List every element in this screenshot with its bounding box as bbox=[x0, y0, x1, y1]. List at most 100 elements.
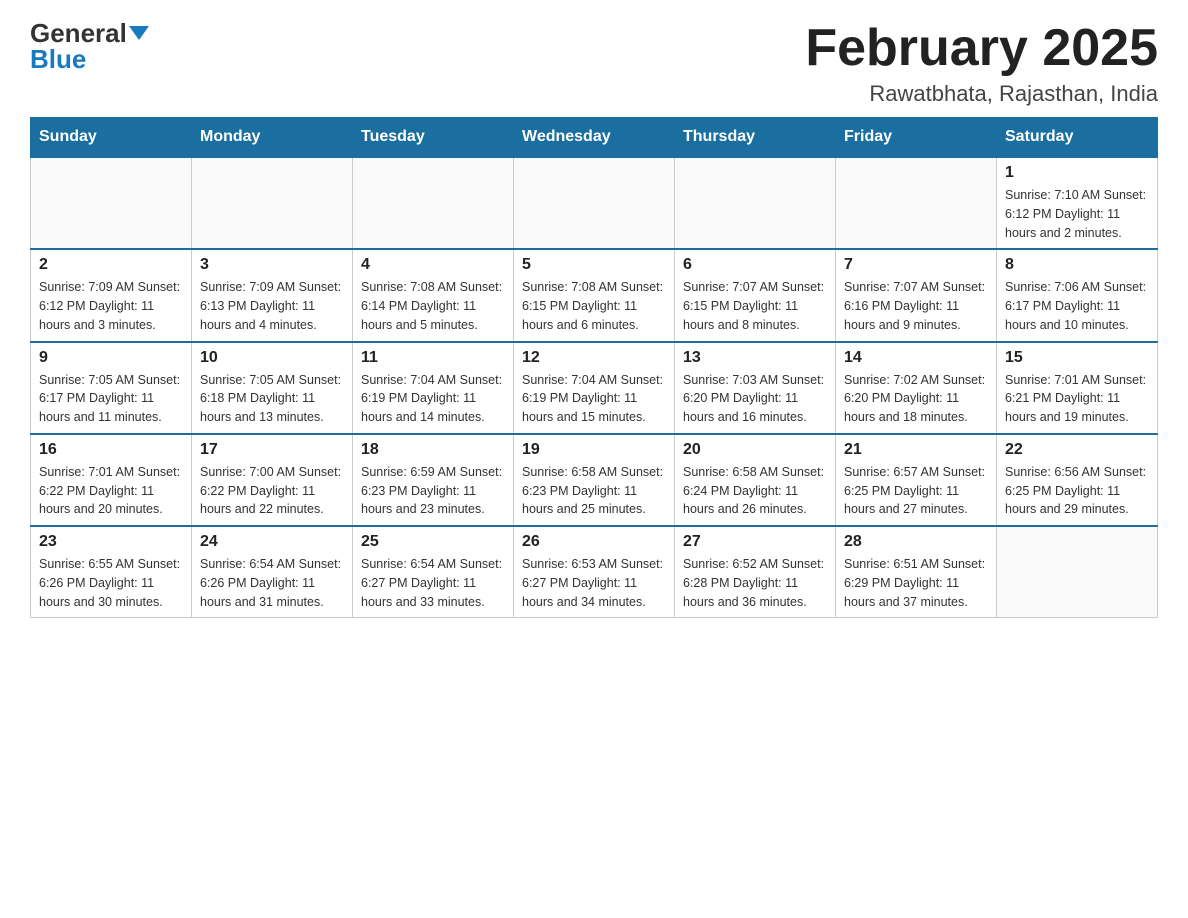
day-info: Sunrise: 7:08 AM Sunset: 6:14 PM Dayligh… bbox=[361, 278, 505, 334]
day-number: 25 bbox=[361, 533, 505, 551]
title-section: February 2025 Rawatbhata, Rajasthan, Ind… bbox=[805, 20, 1158, 107]
calendar-cell: 1 Sunrise: 7:10 AM Sunset: 6:12 PM Daylig… bbox=[997, 157, 1158, 249]
day-info: Sunrise: 7:05 AM Sunset: 6:18 PM Dayligh… bbox=[200, 371, 344, 427]
day-number: 11 bbox=[361, 349, 505, 367]
day-info: Sunrise: 7:00 AM Sunset: 6:22 PM Dayligh… bbox=[200, 463, 344, 519]
logo: General Blue bbox=[30, 20, 149, 72]
calendar-week-row: 9 Sunrise: 7:05 AM Sunset: 6:17 PM Daylig… bbox=[31, 342, 1158, 434]
day-info: Sunrise: 6:55 AM Sunset: 6:26 PM Dayligh… bbox=[39, 555, 183, 611]
calendar-cell: 25 Sunrise: 6:54 AM Sunset: 6:27 PM Dayli… bbox=[353, 526, 514, 618]
calendar-cell bbox=[192, 157, 353, 249]
day-info: Sunrise: 7:08 AM Sunset: 6:15 PM Dayligh… bbox=[522, 278, 666, 334]
day-number: 20 bbox=[683, 441, 827, 459]
day-info: Sunrise: 7:01 AM Sunset: 6:22 PM Dayligh… bbox=[39, 463, 183, 519]
day-number: 17 bbox=[200, 441, 344, 459]
day-number: 22 bbox=[1005, 441, 1149, 459]
calendar-cell bbox=[353, 157, 514, 249]
calendar-cell: 5 Sunrise: 7:08 AM Sunset: 6:15 PM Daylig… bbox=[514, 249, 675, 341]
day-info: Sunrise: 7:01 AM Sunset: 6:21 PM Dayligh… bbox=[1005, 371, 1149, 427]
day-info: Sunrise: 6:56 AM Sunset: 6:25 PM Dayligh… bbox=[1005, 463, 1149, 519]
day-number: 3 bbox=[200, 256, 344, 274]
logo-general-text: General bbox=[30, 20, 127, 46]
day-info: Sunrise: 7:03 AM Sunset: 6:20 PM Dayligh… bbox=[683, 371, 827, 427]
day-number: 12 bbox=[522, 349, 666, 367]
day-number: 26 bbox=[522, 533, 666, 551]
calendar-cell: 6 Sunrise: 7:07 AM Sunset: 6:15 PM Daylig… bbox=[675, 249, 836, 341]
calendar-week-row: 16Sunrise: 7:01 AM Sunset: 6:22 PM Dayli… bbox=[31, 434, 1158, 526]
calendar-cell: 22 Sunrise: 6:56 AM Sunset: 6:25 PM Dayli… bbox=[997, 434, 1158, 526]
page-header: General Blue February 2025 Rawatbhata, R… bbox=[30, 20, 1158, 107]
day-info: Sunrise: 7:06 AM Sunset: 6:17 PM Dayligh… bbox=[1005, 278, 1149, 334]
day-of-week-header: Tuesday bbox=[353, 118, 514, 158]
calendar-cell: 27 Sunrise: 6:52 AM Sunset: 6:28 PM Dayli… bbox=[675, 526, 836, 618]
logo-blue-text: Blue bbox=[30, 46, 86, 72]
day-number: 9 bbox=[39, 349, 183, 367]
day-info: Sunrise: 6:57 AM Sunset: 6:25 PM Dayligh… bbox=[844, 463, 988, 519]
day-number: 28 bbox=[844, 533, 988, 551]
day-info: Sunrise: 6:51 AM Sunset: 6:29 PM Dayligh… bbox=[844, 555, 988, 611]
calendar-week-row: 23 Sunrise: 6:55 AM Sunset: 6:26 PM Dayli… bbox=[31, 526, 1158, 618]
day-info: Sunrise: 7:09 AM Sunset: 6:12 PM Dayligh… bbox=[39, 278, 183, 334]
day-number: 10 bbox=[200, 349, 344, 367]
day-info: Sunrise: 6:58 AM Sunset: 6:23 PM Dayligh… bbox=[522, 463, 666, 519]
day-number: 14 bbox=[844, 349, 988, 367]
calendar-cell: 26 Sunrise: 6:53 AM Sunset: 6:27 PM Dayli… bbox=[514, 526, 675, 618]
day-info: Sunrise: 6:54 AM Sunset: 6:27 PM Dayligh… bbox=[361, 555, 505, 611]
calendar-cell: 16Sunrise: 7:01 AM Sunset: 6:22 PM Dayli… bbox=[31, 434, 192, 526]
day-number: 13 bbox=[683, 349, 827, 367]
location-text: Rawatbhata, Rajasthan, India bbox=[805, 81, 1158, 107]
day-number: 7 bbox=[844, 256, 988, 274]
calendar-cell: 28 Sunrise: 6:51 AM Sunset: 6:29 PM Dayli… bbox=[836, 526, 997, 618]
calendar-cell bbox=[836, 157, 997, 249]
day-of-week-header: Friday bbox=[836, 118, 997, 158]
day-number: 18 bbox=[361, 441, 505, 459]
day-number: 6 bbox=[683, 256, 827, 274]
day-info: Sunrise: 7:07 AM Sunset: 6:16 PM Dayligh… bbox=[844, 278, 988, 334]
day-of-week-header: Sunday bbox=[31, 118, 192, 158]
calendar-cell: 4 Sunrise: 7:08 AM Sunset: 6:14 PM Daylig… bbox=[353, 249, 514, 341]
calendar-cell: 23 Sunrise: 6:55 AM Sunset: 6:26 PM Dayli… bbox=[31, 526, 192, 618]
calendar-cell: 7 Sunrise: 7:07 AM Sunset: 6:16 PM Daylig… bbox=[836, 249, 997, 341]
calendar-cell: 11 Sunrise: 7:04 AM Sunset: 6:19 PM Dayli… bbox=[353, 342, 514, 434]
day-number: 27 bbox=[683, 533, 827, 551]
day-info: Sunrise: 6:53 AM Sunset: 6:27 PM Dayligh… bbox=[522, 555, 666, 611]
day-of-week-header: Thursday bbox=[675, 118, 836, 158]
calendar-cell: 9 Sunrise: 7:05 AM Sunset: 6:17 PM Daylig… bbox=[31, 342, 192, 434]
calendar-cell: 12 Sunrise: 7:04 AM Sunset: 6:19 PM Dayli… bbox=[514, 342, 675, 434]
day-info: Sunrise: 7:09 AM Sunset: 6:13 PM Dayligh… bbox=[200, 278, 344, 334]
calendar-cell: 3 Sunrise: 7:09 AM Sunset: 6:13 PM Daylig… bbox=[192, 249, 353, 341]
calendar-cell: 21Sunrise: 6:57 AM Sunset: 6:25 PM Dayli… bbox=[836, 434, 997, 526]
day-info: Sunrise: 7:05 AM Sunset: 6:17 PM Dayligh… bbox=[39, 371, 183, 427]
day-number: 24 bbox=[200, 533, 344, 551]
calendar-cell: 17 Sunrise: 7:00 AM Sunset: 6:22 PM Dayli… bbox=[192, 434, 353, 526]
day-number: 23 bbox=[39, 533, 183, 551]
day-info: Sunrise: 7:04 AM Sunset: 6:19 PM Dayligh… bbox=[522, 371, 666, 427]
day-number: 1 bbox=[1005, 164, 1149, 182]
day-info: Sunrise: 6:54 AM Sunset: 6:26 PM Dayligh… bbox=[200, 555, 344, 611]
calendar-week-row: 1 Sunrise: 7:10 AM Sunset: 6:12 PM Daylig… bbox=[31, 157, 1158, 249]
calendar-cell bbox=[675, 157, 836, 249]
day-info: Sunrise: 6:52 AM Sunset: 6:28 PM Dayligh… bbox=[683, 555, 827, 611]
logo-triangle-icon bbox=[129, 26, 149, 40]
calendar-cell bbox=[514, 157, 675, 249]
calendar-cell: 18Sunrise: 6:59 AM Sunset: 6:23 PM Dayli… bbox=[353, 434, 514, 526]
day-number: 19 bbox=[522, 441, 666, 459]
day-of-week-header: Monday bbox=[192, 118, 353, 158]
calendar-cell: 20 Sunrise: 6:58 AM Sunset: 6:24 PM Dayli… bbox=[675, 434, 836, 526]
calendar-cell: 13 Sunrise: 7:03 AM Sunset: 6:20 PM Dayli… bbox=[675, 342, 836, 434]
day-info: Sunrise: 7:07 AM Sunset: 6:15 PM Dayligh… bbox=[683, 278, 827, 334]
day-of-week-header: Wednesday bbox=[514, 118, 675, 158]
day-number: 5 bbox=[522, 256, 666, 274]
month-title: February 2025 bbox=[805, 20, 1158, 77]
calendar-cell bbox=[31, 157, 192, 249]
day-info: Sunrise: 7:02 AM Sunset: 6:20 PM Dayligh… bbox=[844, 371, 988, 427]
calendar-header-row: SundayMondayTuesdayWednesdayThursdayFrid… bbox=[31, 118, 1158, 158]
calendar-week-row: 2Sunrise: 7:09 AM Sunset: 6:12 PM Daylig… bbox=[31, 249, 1158, 341]
day-number: 4 bbox=[361, 256, 505, 274]
day-number: 15 bbox=[1005, 349, 1149, 367]
day-info: Sunrise: 7:10 AM Sunset: 6:12 PM Dayligh… bbox=[1005, 186, 1149, 242]
day-info: Sunrise: 7:04 AM Sunset: 6:19 PM Dayligh… bbox=[361, 371, 505, 427]
calendar-cell bbox=[997, 526, 1158, 618]
day-info: Sunrise: 6:58 AM Sunset: 6:24 PM Dayligh… bbox=[683, 463, 827, 519]
calendar-cell: 10 Sunrise: 7:05 AM Sunset: 6:18 PM Dayli… bbox=[192, 342, 353, 434]
